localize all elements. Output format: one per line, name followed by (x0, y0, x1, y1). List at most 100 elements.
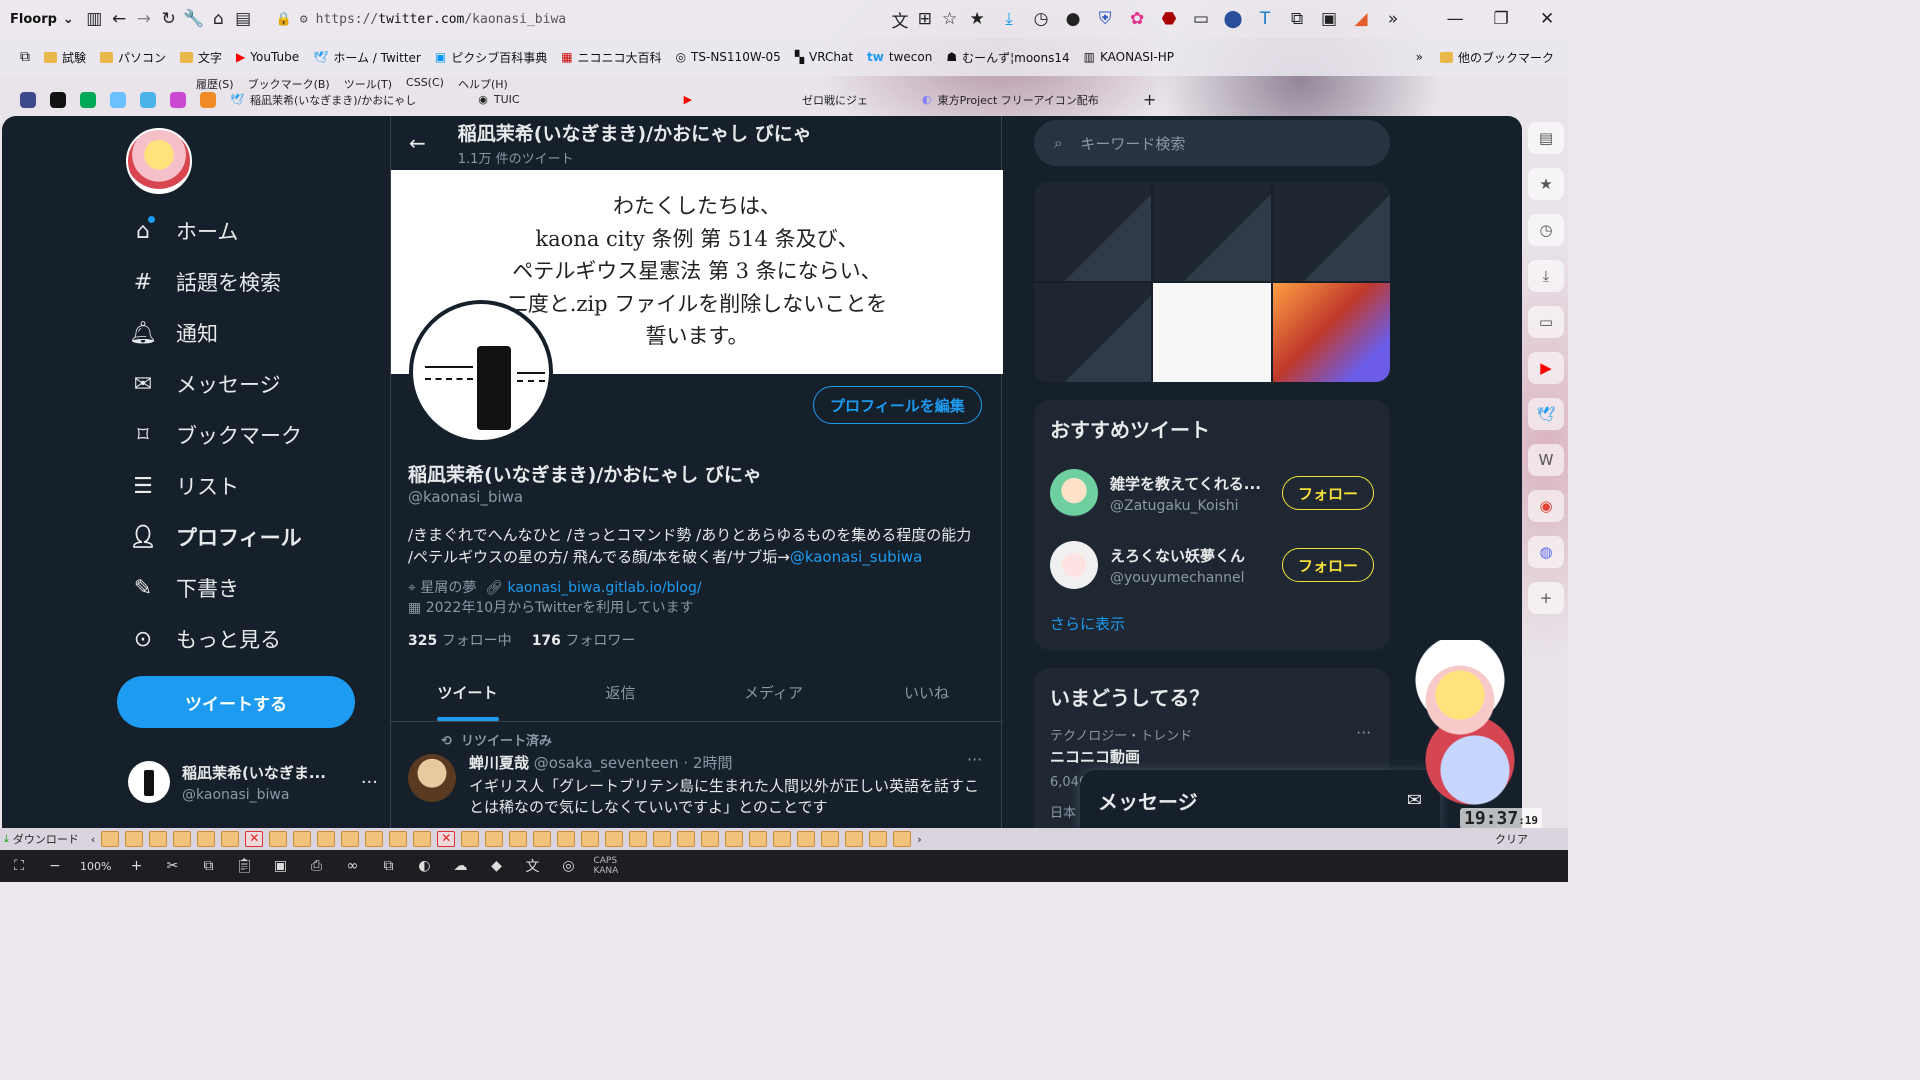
pinned-tab-icon[interactable] (140, 91, 156, 108)
close-window-button[interactable]: ✕ (1532, 4, 1562, 34)
bookmark-item[interactable]: 🕊 ホーム / Twitter (313, 49, 421, 66)
reload-button[interactable]: ↻ (156, 4, 181, 34)
gem-icon[interactable]: ◆ (485, 856, 507, 876)
file-box-icon[interactable] (101, 831, 120, 847)
file-box-icon[interactable] (605, 831, 624, 847)
screenshot-select-icon[interactable]: ⛶ (8, 856, 30, 876)
bookmarks-star-icon[interactable]: ★ (962, 4, 992, 34)
bookmark-item[interactable]: ◎ TS-NS110W-05 (676, 50, 781, 64)
bookmark-other-folder[interactable]: » 他のブックマーク (1416, 49, 1554, 66)
followers-link[interactable]: 176 フォロワー (532, 630, 636, 650)
nav-messages[interactable]: ✉ メッセージ (130, 369, 281, 399)
site-permissions-icon[interactable]: ⚙ (300, 12, 308, 27)
tab-tuic[interactable]: ◉ TUIC (478, 93, 519, 106)
bio-mention-link[interactable]: @kaonasi_subiwa (790, 548, 922, 566)
show-more-link[interactable]: さらに表示 (1034, 601, 1390, 650)
account-icon[interactable]: ● (1058, 4, 1088, 34)
more-horizontal-icon[interactable]: ··· (1356, 723, 1371, 742)
tab-media[interactable]: メディア (697, 664, 850, 721)
forward-button[interactable]: → (131, 4, 156, 34)
media-thumbnail[interactable] (1034, 283, 1152, 382)
follow-button[interactable]: フォロー (1282, 476, 1374, 510)
failed-download-icon[interactable] (437, 831, 456, 847)
file-box-icon[interactable] (173, 831, 192, 847)
pinned-tab-icon[interactable] (20, 91, 36, 108)
cursor-extension-icon[interactable]: ⬤ (1218, 4, 1248, 34)
bookmark-item[interactable]: tw twecon (867, 50, 932, 64)
infinity-icon[interactable]: ∞ (341, 856, 363, 876)
tab-overview-icon[interactable]: ▤ (231, 4, 256, 34)
text-extension-icon[interactable]: T (1250, 4, 1280, 34)
home-button[interactable]: ⌂ (206, 4, 231, 34)
zoom-out-icon[interactable]: − (44, 856, 66, 876)
tab-youtube[interactable]: ▶ (684, 93, 698, 106)
wikipedia-icon[interactable]: W (1528, 444, 1564, 476)
nav-home[interactable]: ⌂ ホーム (130, 216, 238, 246)
nav-notifications[interactable]: 🔔︎ 通知 (129, 318, 218, 348)
bookmark-star-icon[interactable]: ☆ (937, 4, 962, 34)
new-tab-folder-icon[interactable]: ⧉ (20, 49, 30, 65)
file-box-icon[interactable] (317, 831, 336, 847)
bookmark-item[interactable]: ▣ ピクシブ百科事典 (435, 49, 547, 66)
clear-downloads-button[interactable]: クリア (1495, 831, 1568, 847)
media-thumbnail[interactable] (1153, 283, 1271, 382)
bookmark-item[interactable]: ▶ YouTube (236, 50, 299, 64)
restore-button[interactable]: ❐ (1486, 4, 1516, 34)
file-box-icon[interactable] (413, 831, 432, 847)
bookmark-item[interactable]: ☗ むーんず¦moons14 (946, 49, 1069, 66)
translate-icon[interactable]: 文 (888, 4, 913, 34)
edit-profile-button[interactable]: プロフィールを編集 (813, 386, 982, 424)
nav-explore[interactable]: # 話題を検索 (130, 267, 281, 297)
tab-likes[interactable]: いいね (850, 664, 1003, 721)
file-box-icon[interactable] (221, 831, 240, 847)
screenshot-icon[interactable]: ▣ (1314, 4, 1344, 34)
file-box-icon[interactable] (149, 831, 168, 847)
screen-icon[interactable]: ▣ (269, 856, 291, 876)
discord-icon[interactable]: ◍ (1528, 536, 1564, 568)
avatar[interactable] (408, 754, 456, 802)
nav-profile[interactable]: 👤︎ プロフィール (129, 522, 302, 552)
nav-drafts[interactable]: ✎ 下書き (130, 573, 239, 603)
wrench-icon[interactable]: 🔧 (181, 4, 206, 34)
file-box-icon[interactable] (509, 831, 528, 847)
add-panel-icon[interactable]: + (1528, 582, 1564, 614)
copy-icon[interactable]: ⧉ (197, 856, 219, 876)
follow-button[interactable]: フォロー (1282, 548, 1374, 582)
failed-download-icon[interactable] (245, 831, 264, 847)
file-box-icon[interactable] (893, 831, 912, 847)
bookmark-item[interactable]: ▦ ニコニコ大百科 (561, 49, 661, 66)
tweet-author[interactable]: 蝉川夏哉 (469, 754, 529, 772)
sidebar-toggle-icon[interactable]: ▥ (82, 4, 107, 34)
file-box-icon[interactable] (125, 831, 144, 847)
url-text[interactable]: https://twitter.com/kaonasi_biwa (316, 12, 566, 27)
file-box-icon[interactable] (461, 831, 480, 847)
file-box-icon[interactable] (797, 831, 816, 847)
file-box-icon[interactable] (629, 831, 648, 847)
ublock-icon[interactable]: ⬣ (1154, 4, 1184, 34)
nav-bookmarks[interactable]: ⌑ ブックマーク (130, 420, 302, 450)
more-horizontal-icon[interactable]: ··· (361, 772, 378, 793)
file-box-icon[interactable] (269, 831, 288, 847)
media-thumbnail[interactable] (1272, 182, 1390, 281)
youtube-icon[interactable]: ▶ (1528, 352, 1564, 384)
url-bar[interactable]: 🔒 ⚙ https://twitter.com/kaonasi_biwa (266, 4, 708, 34)
bookmark-item[interactable]: 試験 (44, 49, 86, 66)
back-arrow-icon[interactable]: ← (409, 131, 426, 155)
file-box-icon[interactable] (845, 831, 864, 847)
file-box-icon[interactable] (533, 831, 552, 847)
overflow-chevron-icon[interactable]: » (1378, 4, 1408, 34)
ime-indicator[interactable]: CAPS KANA (593, 856, 618, 876)
bookmark-item[interactable]: パソコン (100, 49, 166, 66)
tweet-time[interactable]: · 2時間 (683, 754, 732, 772)
more-horizontal-icon[interactable]: ··· (967, 750, 982, 769)
downloads-label[interactable]: ⤓ ダウンロード (4, 831, 85, 847)
download-icon[interactable]: ⤓ (994, 4, 1024, 34)
translate-icon[interactable]: 文 (521, 856, 543, 876)
scroll-left-icon[interactable]: ‹ (91, 833, 95, 846)
download-icon[interactable]: ⤓ (1528, 260, 1564, 292)
file-box-icon[interactable] (869, 831, 888, 847)
media-thumbnail[interactable] (1272, 283, 1390, 382)
file-box-icon[interactable] (773, 831, 792, 847)
twitter-icon[interactable]: 🕊 (1528, 398, 1564, 430)
qr-code-icon[interactable]: ⊞ (912, 4, 937, 34)
